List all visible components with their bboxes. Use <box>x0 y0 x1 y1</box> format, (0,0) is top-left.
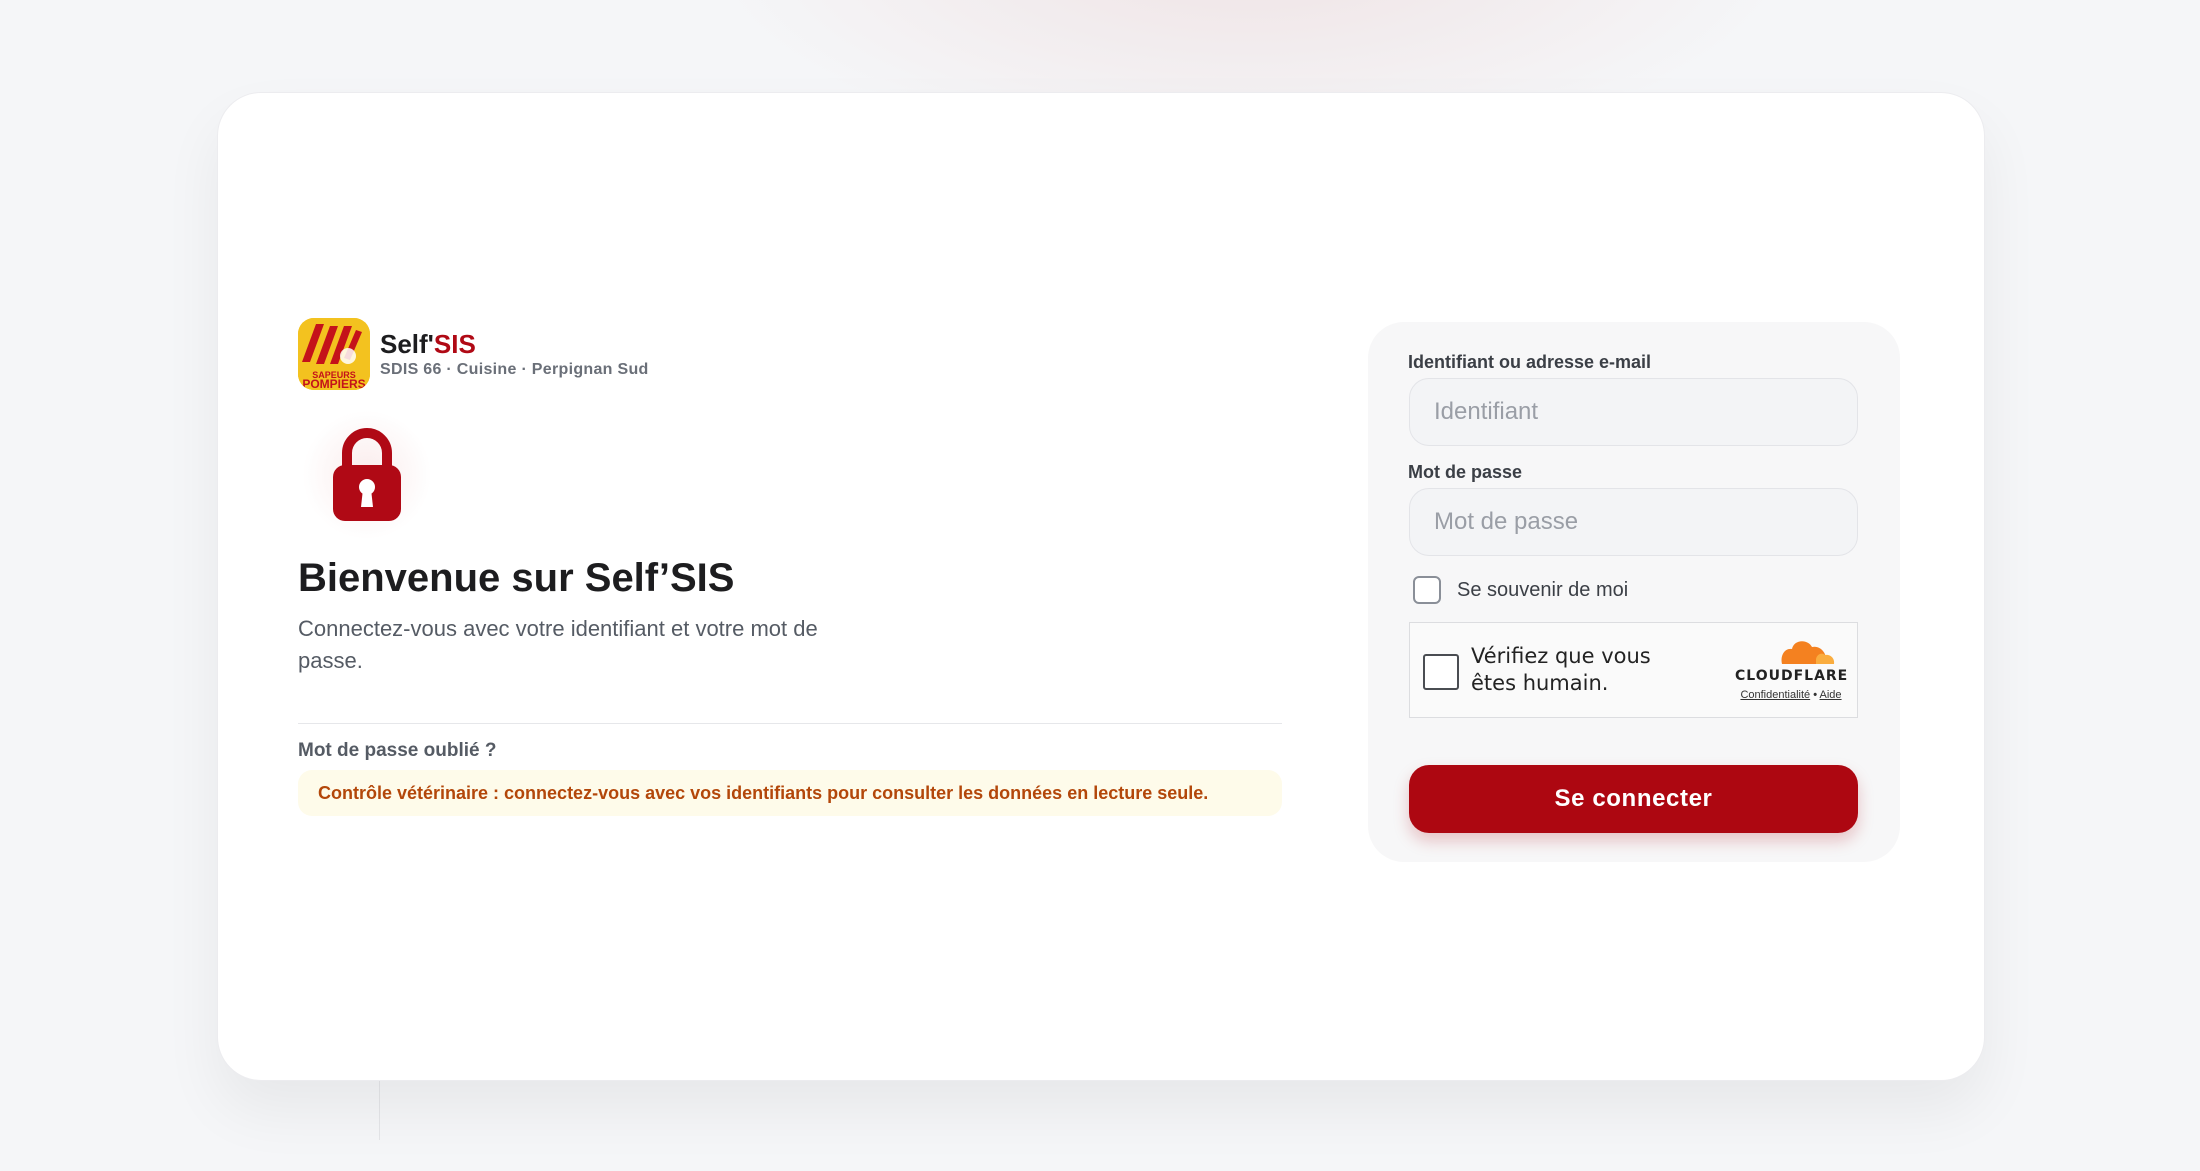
cloudflare-cloud-icon <box>1781 641 1835 664</box>
captcha-text: Vérifiez que vous êtes humain. <box>1471 644 1651 695</box>
veterinary-notice: Contrôle vétérinaire : connectez-vous av… <box>298 770 1282 816</box>
login-form-panel: Identifiant ou adresse e-mail Mot de pas… <box>1368 322 1900 862</box>
password-label: Mot de passe <box>1408 462 1523 482</box>
logo-text: POMPIERS <box>302 377 365 390</box>
username-label: Identifiant ou adresse e-mail <box>1408 352 1652 372</box>
cloudflare-captcha: Vérifiez que vous êtes humain. CLOUDFLAR… <box>1409 622 1858 718</box>
captcha-links: Confidentialité • Aide <box>1735 689 1847 701</box>
divider <box>298 723 1282 724</box>
username-input[interactable] <box>1409 378 1858 446</box>
lock-icon <box>333 428 401 521</box>
background-line <box>379 1080 380 1140</box>
app-name-main: Self' <box>380 329 434 359</box>
captcha-checkbox[interactable] <box>1423 654 1459 690</box>
sapeurs-pompiers-logo: SAPEURS POMPIERS <box>298 318 370 390</box>
privacy-link[interactable]: Confidentialité <box>1740 689 1810 701</box>
cloudflare-branding: CLOUDFLARE Confidentialité • Aide <box>1735 639 1847 701</box>
intro-section: SAPEURS POMPIERS Self'SIS SDIS 66 · Cuis… <box>298 318 1282 816</box>
remember-me-checkbox[interactable] <box>1413 576 1441 604</box>
app-name: Self'SIS <box>380 329 649 359</box>
app-subtitle: SDIS 66 · Cuisine · Perpignan Sud <box>380 361 649 378</box>
app-name-accent: SIS <box>433 329 476 359</box>
welcome-title: Bienvenue sur Self’SIS <box>298 556 735 600</box>
lock-badge <box>302 410 432 540</box>
brand: SAPEURS POMPIERS Self'SIS SDIS 66 · Cuis… <box>298 318 1282 390</box>
password-input[interactable] <box>1409 488 1858 556</box>
remember-me[interactable]: Se souvenir de moi <box>1413 576 1628 604</box>
welcome-description: Connectez-vous avec votre identifiant et… <box>298 616 818 673</box>
links-separator: • <box>1813 689 1818 701</box>
brand-text: Self'SIS SDIS 66 · Cuisine · Perpignan S… <box>380 329 649 379</box>
remember-me-label: Se souvenir de moi <box>1457 578 1629 601</box>
login-button[interactable]: Se connecter <box>1409 765 1858 833</box>
forgot-password-link[interactable]: Mot de passe oublié ? <box>298 740 496 762</box>
help-link[interactable]: Aide <box>1820 689 1842 701</box>
cloudflare-wordmark: CLOUDFLARE <box>1735 668 1849 684</box>
